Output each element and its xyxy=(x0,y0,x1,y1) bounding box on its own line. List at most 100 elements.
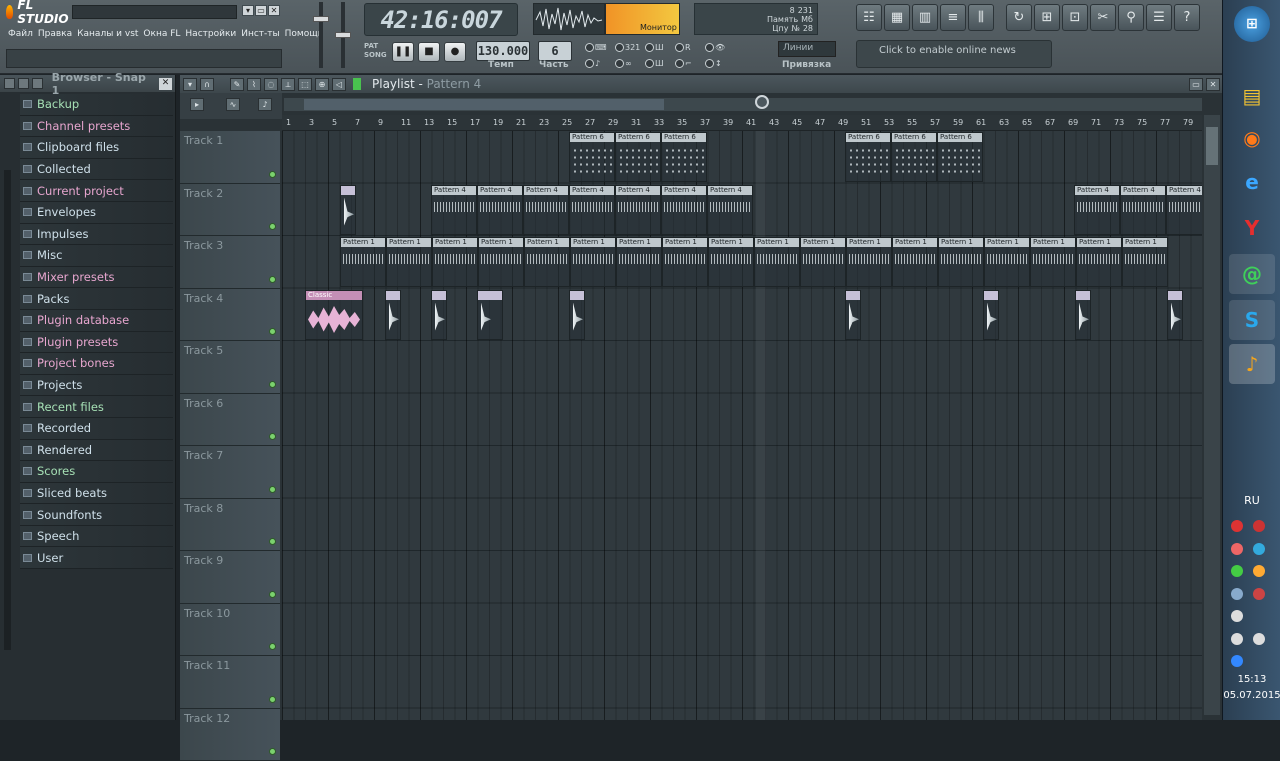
track-header[interactable]: Track 7 xyxy=(180,446,280,499)
pattern-clip[interactable]: Pattern 1 xyxy=(662,237,708,287)
pattern-clip[interactable]: Pattern 6 xyxy=(845,132,891,182)
volume-icon[interactable] xyxy=(1231,610,1243,622)
browser-scrollbar[interactable] xyxy=(4,170,11,650)
signal-icon[interactable] xyxy=(1231,633,1243,645)
pattern-clip[interactable]: Pattern 4 xyxy=(431,185,477,235)
browser-item[interactable]: Mixer presets xyxy=(20,267,173,289)
track-header[interactable]: Track 2 xyxy=(180,184,280,237)
pattern-clip[interactable]: Pattern 1 xyxy=(386,237,432,287)
zoom-tool-icon[interactable]: ⊕ xyxy=(315,78,329,91)
browser-item[interactable]: Backup xyxy=(20,94,173,116)
language-indicator[interactable]: RU xyxy=(1223,494,1280,507)
playlist-vertical-scrollbar[interactable] xyxy=(1204,115,1220,715)
track-mute-icon[interactable] xyxy=(269,276,276,283)
tray-b-icon[interactable] xyxy=(1253,565,1265,577)
pattern-clip[interactable]: Pattern 4 xyxy=(707,185,753,235)
tool-punch-icon[interactable]: ⌐ xyxy=(675,56,705,70)
snap-select[interactable]: Линии xyxy=(778,41,836,57)
pattern-clip[interactable]: Pattern 1 xyxy=(754,237,800,287)
browser-item[interactable]: Rendered xyxy=(20,440,173,462)
mixer-window-icon[interactable]: ⫼ xyxy=(968,4,994,31)
clock-time[interactable]: 15:13 xyxy=(1223,674,1280,685)
close-button[interactable]: ✕ xyxy=(268,5,280,16)
track-mute-icon[interactable] xyxy=(269,171,276,178)
tool-step-icon[interactable]: Ш xyxy=(645,40,675,54)
browser-window-icon[interactable]: ≡ xyxy=(940,4,966,31)
record-button[interactable]: ● xyxy=(444,42,466,62)
pattern-clip[interactable]: Pattern 4 xyxy=(1120,185,1166,235)
select-tool-icon[interactable]: ⬚ xyxy=(298,78,312,91)
browser-item[interactable]: Clipboard files xyxy=(20,137,173,159)
playlist-overview-scroll[interactable] xyxy=(283,97,1203,112)
pattern-clip[interactable]: Pattern 4 xyxy=(477,185,523,235)
start-button-icon[interactable]: ⊞ xyxy=(1234,6,1270,42)
pattern-clip[interactable] xyxy=(385,290,401,340)
tray-update-icon[interactable] xyxy=(1253,543,1265,555)
export-icon[interactable]: ⊡ xyxy=(1062,4,1088,31)
pattern-clip[interactable] xyxy=(431,290,447,340)
browser-item[interactable]: User xyxy=(20,547,173,569)
browser-item[interactable]: Packs xyxy=(20,288,173,310)
track-header[interactable]: Track 12 xyxy=(180,709,280,761)
menu-options[interactable]: Настройки xyxy=(185,29,236,39)
track-header[interactable]: Track 6 xyxy=(180,394,280,447)
tempo-display[interactable]: 130.000 xyxy=(476,41,530,61)
pattern-clip[interactable] xyxy=(845,290,861,340)
tool-hint-icon[interactable] xyxy=(735,56,765,70)
menu-file[interactable]: Файл xyxy=(8,29,33,39)
tool-loop-icon[interactable]: ∞ xyxy=(615,56,645,70)
tool-blend-icon[interactable]: 👁 xyxy=(705,40,735,54)
pattern-clip[interactable]: Pattern 1 xyxy=(800,237,846,287)
pat-mode-label[interactable]: PAT xyxy=(364,42,378,50)
tool-overdub-icon[interactable]: ↕ xyxy=(705,56,735,70)
tool-countdown-icon[interactable]: 321 xyxy=(615,40,645,54)
track-header[interactable]: Track 1 xyxy=(180,131,280,184)
pattern-clip[interactable]: Pattern 1 xyxy=(1076,237,1122,287)
browser-close-icon[interactable]: ✕ xyxy=(159,78,172,90)
save-icon[interactable]: ⊞ xyxy=(1034,4,1060,31)
pattern-clip[interactable]: Pattern 1 xyxy=(616,237,662,287)
scroll-thumb[interactable] xyxy=(1206,127,1218,165)
master-pitch-slider[interactable] xyxy=(341,2,345,68)
explorer-icon[interactable]: ▤ xyxy=(1229,76,1275,116)
browser-item[interactable]: Envelopes xyxy=(20,202,173,224)
browser-item[interactable]: Impulses xyxy=(20,224,173,246)
track-mute-icon[interactable] xyxy=(269,538,276,545)
pattern-clip[interactable]: Pattern 1 xyxy=(432,237,478,287)
menu-channels[interactable]: Каналы и vst xyxy=(77,29,138,39)
tray-record-icon[interactable] xyxy=(1231,520,1243,532)
tool-record-icon[interactable]: R xyxy=(675,40,705,54)
playlist-menu-icon[interactable]: ▾ xyxy=(183,78,197,91)
track-mute-icon[interactable] xyxy=(269,381,276,388)
pattern-clip[interactable]: Pattern 6 xyxy=(615,132,661,182)
brush-tool-icon[interactable]: ⌇ xyxy=(247,78,261,91)
browser-item[interactable]: Soundfonts xyxy=(20,504,173,526)
browser-item[interactable]: Plugin database xyxy=(20,310,173,332)
play-pattern-icon[interactable] xyxy=(353,78,361,90)
yandex-icon[interactable]: Y xyxy=(1229,208,1275,248)
skype-icon[interactable]: S xyxy=(1229,300,1275,340)
tray-mail-icon[interactable] xyxy=(1231,543,1243,555)
pattern-clip[interactable]: Pattern 1 xyxy=(938,237,984,287)
view-audio-icon[interactable]: ♪ xyxy=(258,98,272,111)
master-volume-slider[interactable] xyxy=(319,2,323,68)
tray-app-icon[interactable] xyxy=(1253,520,1265,532)
browser-item[interactable]: Misc xyxy=(20,245,173,267)
playlist-window-icon[interactable]: ☷ xyxy=(856,4,882,31)
playlist-maximize-icon[interactable]: ▭ xyxy=(1189,78,1203,91)
restore-button[interactable]: ▭ xyxy=(255,5,267,16)
step-sequencer-icon[interactable]: ▦ xyxy=(884,4,910,31)
pattern-clip[interactable] xyxy=(340,185,356,235)
tray-a-icon[interactable] xyxy=(1231,565,1243,577)
browser-item[interactable]: Projects xyxy=(20,375,173,397)
online-news-panel[interactable]: Click to enable online news xyxy=(856,40,1052,68)
pattern-clip[interactable]: Pattern 6 xyxy=(891,132,937,182)
slice-tool-icon[interactable]: ⟂ xyxy=(281,78,295,91)
pattern-clip[interactable]: Pattern 1 xyxy=(892,237,938,287)
pattern-clip[interactable]: Pattern 6 xyxy=(569,132,615,182)
cut-icon[interactable]: ✂ xyxy=(1090,4,1116,31)
pattern-clip[interactable]: Pattern 1 xyxy=(478,237,524,287)
tool-multi-icon[interactable]: Ш xyxy=(645,56,675,70)
browser-item[interactable]: Current project xyxy=(20,180,173,202)
ie-icon[interactable]: e xyxy=(1229,162,1275,202)
